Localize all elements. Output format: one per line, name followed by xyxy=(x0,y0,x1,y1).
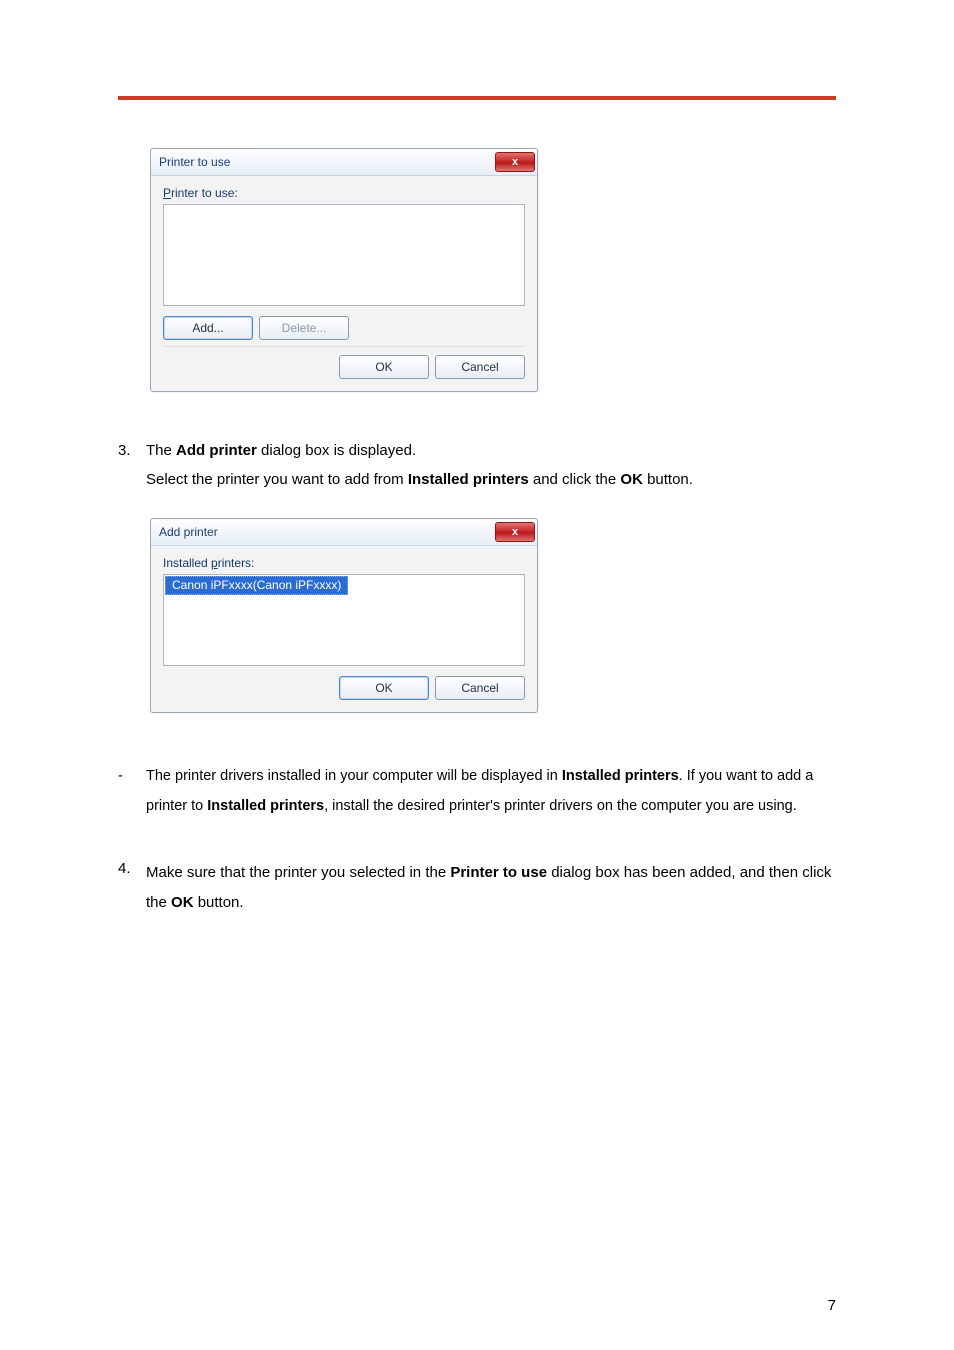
installed-printers-label: Installed printers: xyxy=(163,556,525,570)
text-frag: dialog box is displayed. xyxy=(257,442,416,459)
printer-to-use-label: Printer to use: xyxy=(163,186,525,200)
text-frag: button. xyxy=(643,471,693,488)
ok-button[interactable]: OK xyxy=(339,676,429,700)
button-label-rest: elete... xyxy=(290,321,326,335)
mnemonic-letter: p xyxy=(211,556,218,570)
dialog-body: Installed printers: Canon iPFxxxx(Canon … xyxy=(151,546,537,712)
cancel-button[interactable]: Cancel xyxy=(435,676,525,700)
header-rule xyxy=(118,96,836,100)
dialog-title: Add printer xyxy=(159,525,218,539)
delete-button[interactable]: Delete... xyxy=(259,316,349,340)
text-frag: and click the xyxy=(529,471,621,488)
mnemonic-letter: D xyxy=(282,321,291,335)
note-dash: - xyxy=(118,761,146,822)
dialog-body: Printer to use: Add... Delete... OK Canc… xyxy=(151,176,537,391)
ok-button[interactable]: OK xyxy=(339,355,429,379)
note-text: The printer drivers installed in your co… xyxy=(146,761,836,822)
printer-listbox[interactable] xyxy=(163,204,525,306)
add-printer-dialog: Add printer x Installed printers: Canon … xyxy=(150,518,538,713)
bold-text: Installed printers xyxy=(408,471,529,488)
bold-text: Printer to use xyxy=(450,864,547,881)
label-prefix: Installed xyxy=(163,556,211,570)
text-frag: Select the printer you want to add from xyxy=(146,471,408,488)
text-frag: Make sure that the printer you selected … xyxy=(146,864,450,881)
add-button[interactable]: Add... xyxy=(163,316,253,340)
step-number: 4. xyxy=(118,858,146,918)
text-frag: , install the desired printer's printer … xyxy=(324,798,797,814)
bold-text: Add printer xyxy=(176,442,257,459)
step-3-continuation: Select the printer you want to add from … xyxy=(146,469,836,490)
dialog-title: Printer to use xyxy=(159,155,230,169)
dialog-footer: OK Cancel xyxy=(163,676,525,700)
dialog-action-row: Add... Delete... xyxy=(163,316,525,347)
step-text: Make sure that the printer you selected … xyxy=(146,858,836,918)
close-button[interactable]: x xyxy=(495,522,535,542)
close-button[interactable]: x xyxy=(495,152,535,172)
printer-to-use-dialog: Printer to use x Printer to use: Add... … xyxy=(150,148,538,392)
mnemonic-letter: P xyxy=(163,186,171,200)
step-text: The Add printer dialog box is displayed. xyxy=(146,440,836,461)
text-frag: The xyxy=(146,442,176,459)
text-frag: button. xyxy=(194,894,244,911)
button-label-rest: dd... xyxy=(200,321,223,335)
bold-text: OK xyxy=(620,471,643,488)
bold-text: Installed printers xyxy=(207,798,324,814)
step-number: 3. xyxy=(118,440,146,461)
text-frag: The printer drivers installed in your co… xyxy=(146,768,562,784)
close-icon: x xyxy=(512,527,518,538)
label-rest: rinters: xyxy=(218,556,255,570)
installed-printers-listbox[interactable]: Canon iPFxxxx(Canon iPFxxxx) xyxy=(163,574,525,666)
dialog-titlebar: Add printer x xyxy=(151,519,537,546)
note-block: - The printer drivers installed in your … xyxy=(118,761,836,822)
step-4: 4. Make sure that the printer you select… xyxy=(118,858,836,918)
list-item-selected[interactable]: Canon iPFxxxx(Canon iPFxxxx) xyxy=(165,576,348,595)
cancel-button[interactable]: Cancel xyxy=(435,355,525,379)
dialog-footer: OK Cancel xyxy=(163,355,525,379)
dialog-titlebar: Printer to use x xyxy=(151,149,537,176)
bold-text: Installed printers xyxy=(562,768,679,784)
close-icon: x xyxy=(512,157,518,168)
page-number: 7 xyxy=(828,1297,836,1314)
label-rest: rinter to use: xyxy=(171,186,238,200)
bold-text: OK xyxy=(171,894,194,911)
step-3: 3. The Add printer dialog box is display… xyxy=(118,440,836,461)
